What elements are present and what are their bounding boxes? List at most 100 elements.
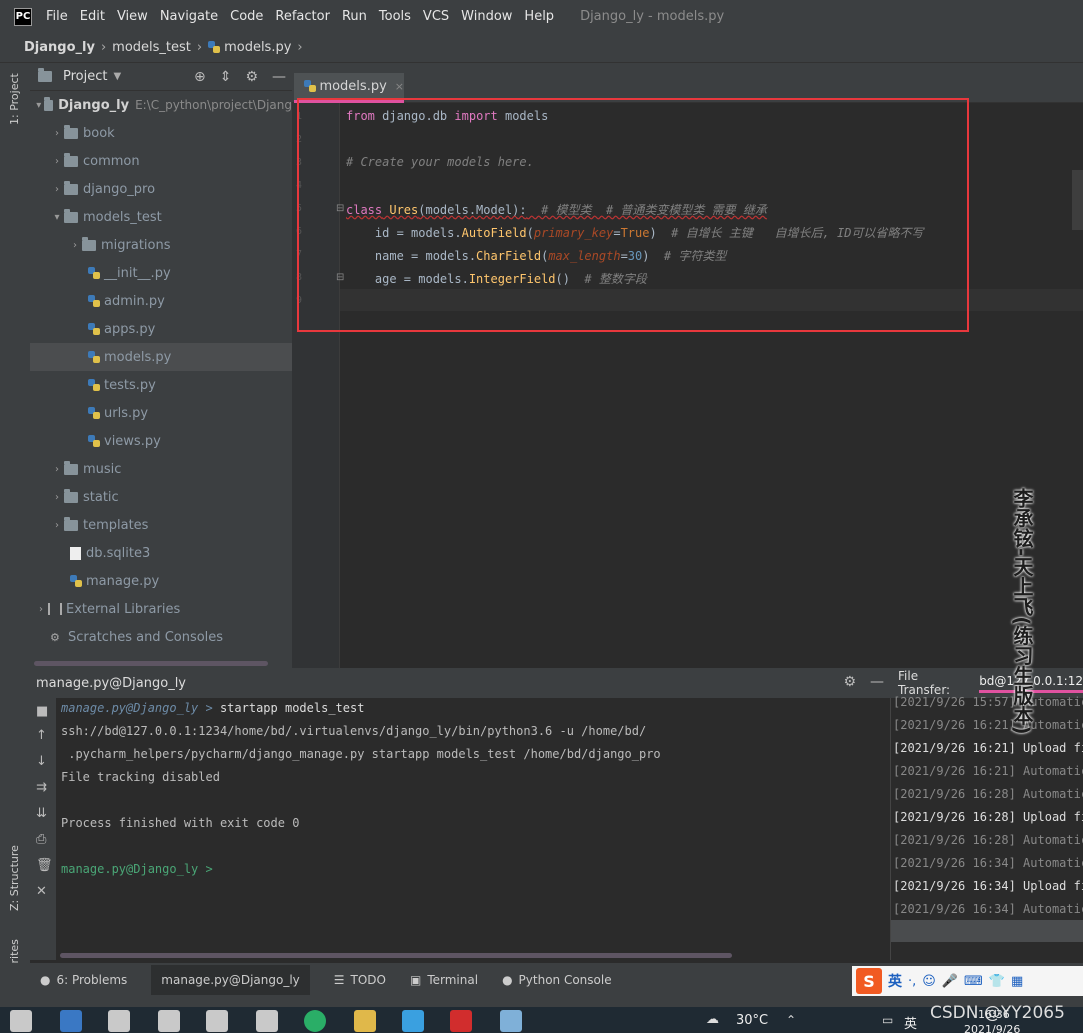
taskbar-app-icon[interactable] bbox=[256, 1010, 278, 1032]
breadcrumb-project[interactable]: Django_ly bbox=[24, 40, 95, 55]
keyboard-icon[interactable]: ⌨ bbox=[964, 974, 983, 989]
tree-item-migrations[interactable]: › migrations bbox=[30, 231, 292, 259]
chevron-right-icon[interactable]: › bbox=[50, 520, 64, 531]
file-transfer-log[interactable]: [2021/9/26 15:57] Automatic [2021/9/26 1… bbox=[890, 695, 1083, 960]
taskbar-app-icon[interactable] bbox=[10, 1010, 32, 1032]
tree-item-models-test[interactable]: ▾ models_test bbox=[30, 203, 292, 231]
stop-icon[interactable]: ■ bbox=[36, 704, 48, 719]
menu-window[interactable]: Window bbox=[455, 9, 518, 24]
collapse-all-icon[interactable]: ⇕ bbox=[220, 69, 232, 85]
chevron-right-icon[interactable]: › bbox=[50, 156, 64, 167]
tree-item-templates[interactable]: › templates bbox=[30, 511, 292, 539]
network-icon[interactable]: ▭ bbox=[882, 1013, 893, 1027]
menu-edit[interactable]: Edit bbox=[74, 9, 111, 24]
breadcrumb-file[interactable]: models.py bbox=[224, 40, 291, 55]
tree-item-external-libraries[interactable]: › External Libraries bbox=[30, 595, 292, 623]
code-editor[interactable]: 1 2 3 4 5 6 7 8 9 ⊟ ⊟ from django.db imp… bbox=[292, 103, 1083, 668]
print-icon[interactable]: ⎙ bbox=[36, 832, 46, 847]
chevron-right-icon[interactable]: › bbox=[68, 240, 82, 251]
tree-item-static[interactable]: › static bbox=[30, 483, 292, 511]
menu-help[interactable]: Help bbox=[518, 9, 560, 24]
microphone-icon[interactable]: 🎤 bbox=[942, 974, 958, 989]
run-console[interactable]: ■ ↑ ↓ ⇉ ⇊ ⎙ 🗑 ✕ manage.py@Django_ly > st… bbox=[30, 698, 890, 960]
locate-icon[interactable]: ⊕ bbox=[194, 69, 206, 85]
menu-run[interactable]: Run bbox=[336, 9, 373, 24]
emoji-icon[interactable]: ☺ bbox=[922, 974, 936, 989]
scroll-to-end-icon[interactable]: ⇊ bbox=[36, 806, 47, 821]
taskbar-app-icon[interactable] bbox=[206, 1010, 228, 1032]
tab-manage-py[interactable]: manage.py@Django_ly bbox=[151, 965, 310, 995]
chevron-right-icon[interactable]: › bbox=[50, 492, 64, 503]
tree-item-tests-py[interactable]: tests.py bbox=[30, 371, 292, 399]
fold-icon[interactable]: ⊟ bbox=[336, 272, 344, 283]
soft-wrap-icon[interactable]: ⇉ bbox=[36, 780, 47, 795]
gear-icon[interactable]: ⚙ bbox=[843, 674, 856, 690]
close-icon[interactable]: ✕ bbox=[36, 884, 47, 899]
grid-icon[interactable]: ▦ bbox=[1011, 974, 1023, 989]
tree-item-scratches[interactable]: ⚙ Scratches and Consoles bbox=[30, 623, 292, 651]
chevron-right-icon[interactable]: › bbox=[50, 184, 64, 195]
menu-view[interactable]: View bbox=[111, 9, 154, 24]
close-icon[interactable]: × bbox=[395, 80, 404, 93]
tab-terminal[interactable]: ▣ Terminal bbox=[410, 973, 478, 987]
arrow-down-icon[interactable]: ↓ bbox=[36, 754, 47, 769]
minimize-icon[interactable]: — bbox=[272, 69, 286, 85]
chevron-right-icon[interactable]: › bbox=[50, 464, 64, 475]
temperature[interactable]: 30°C bbox=[736, 1013, 768, 1028]
menu-file[interactable]: File bbox=[40, 9, 74, 24]
menu-vcs[interactable]: VCS bbox=[417, 9, 455, 24]
tree-item-init-py[interactable]: __init__.py bbox=[30, 259, 292, 287]
menu-refactor[interactable]: Refactor bbox=[269, 9, 336, 24]
taskbar-app-icon[interactable] bbox=[354, 1010, 376, 1032]
tree-item-common[interactable]: › common bbox=[30, 147, 292, 175]
tree-item-django-pro[interactable]: › django_pro bbox=[30, 175, 292, 203]
tree-item-admin-py[interactable]: admin.py bbox=[30, 287, 292, 315]
tree-item-views-py[interactable]: views.py bbox=[30, 427, 292, 455]
tree-item-music[interactable]: › music bbox=[30, 455, 292, 483]
wechat-icon[interactable] bbox=[304, 1010, 326, 1032]
menu-tools[interactable]: Tools bbox=[373, 9, 417, 24]
chevron-down-icon[interactable]: ▼ bbox=[113, 71, 121, 82]
tab-project-vertical[interactable]: 1: Project bbox=[8, 73, 21, 125]
taskbar-app-icon[interactable] bbox=[402, 1010, 424, 1032]
chevron-down-icon[interactable]: ▾ bbox=[34, 100, 44, 111]
ime-language[interactable]: 英 bbox=[888, 971, 902, 991]
gear-icon[interactable]: ⚙ bbox=[245, 69, 258, 85]
chevron-right-icon[interactable]: › bbox=[50, 128, 64, 139]
arrow-up-icon[interactable]: ↑ bbox=[36, 728, 47, 743]
chevron-down-icon[interactable]: ▾ bbox=[50, 212, 64, 223]
console-scrollbar[interactable] bbox=[60, 953, 732, 958]
tree-item-models-py[interactable]: models.py bbox=[30, 343, 292, 371]
taskbar-app-icon[interactable] bbox=[500, 1010, 522, 1032]
tab-problems[interactable]: ● 6: Problems bbox=[40, 973, 127, 987]
trash-icon[interactable]: 🗑 bbox=[36, 858, 53, 873]
sogou-logo-icon[interactable]: S bbox=[856, 968, 882, 994]
menu-navigate[interactable]: Navigate bbox=[154, 9, 224, 24]
tab-todo[interactable]: ☰ TODO bbox=[334, 973, 386, 987]
tree-item-book[interactable]: › book bbox=[30, 119, 292, 147]
log-scrollbar[interactable] bbox=[891, 920, 1083, 942]
wps-icon[interactable] bbox=[450, 1010, 472, 1032]
breadcrumb-folder[interactable]: models_test bbox=[112, 40, 191, 55]
project-scrollbar[interactable] bbox=[34, 661, 268, 666]
chevron-up-icon[interactable]: ⌃ bbox=[786, 1013, 796, 1027]
editor-error-stripe[interactable] bbox=[1072, 170, 1083, 230]
tree-item-apps-py[interactable]: apps.py bbox=[30, 315, 292, 343]
tab-structure-vertical[interactable]: Z: Structure bbox=[8, 845, 21, 911]
menu-code[interactable]: Code bbox=[224, 9, 269, 24]
run-panel-title[interactable]: manage.py@Django_ly bbox=[36, 676, 186, 691]
weather-icon[interactable]: ☁ bbox=[706, 1012, 719, 1027]
tab-models-py[interactable]: models.py × bbox=[294, 73, 404, 103]
calculator-icon[interactable] bbox=[60, 1010, 82, 1032]
skin-icon[interactable]: 👕 bbox=[989, 974, 1005, 989]
fold-icon[interactable]: ⊟ bbox=[336, 203, 344, 214]
input-language[interactable]: 英 bbox=[904, 1013, 917, 1032]
console-prompt[interactable]: manage.py@Django_ly > bbox=[61, 862, 220, 876]
minimize-icon[interactable]: — bbox=[870, 674, 884, 690]
tree-item-manage-py[interactable]: manage.py bbox=[30, 567, 292, 595]
chevron-right-icon[interactable]: › bbox=[34, 604, 48, 615]
punctuation-icon[interactable]: ·, bbox=[908, 974, 916, 989]
clock-date[interactable]: 2021/9/26 bbox=[964, 1023, 1020, 1033]
tree-item-db-sqlite3[interactable]: db.sqlite3 bbox=[30, 539, 292, 567]
taskbar-app-icon[interactable] bbox=[108, 1010, 130, 1032]
